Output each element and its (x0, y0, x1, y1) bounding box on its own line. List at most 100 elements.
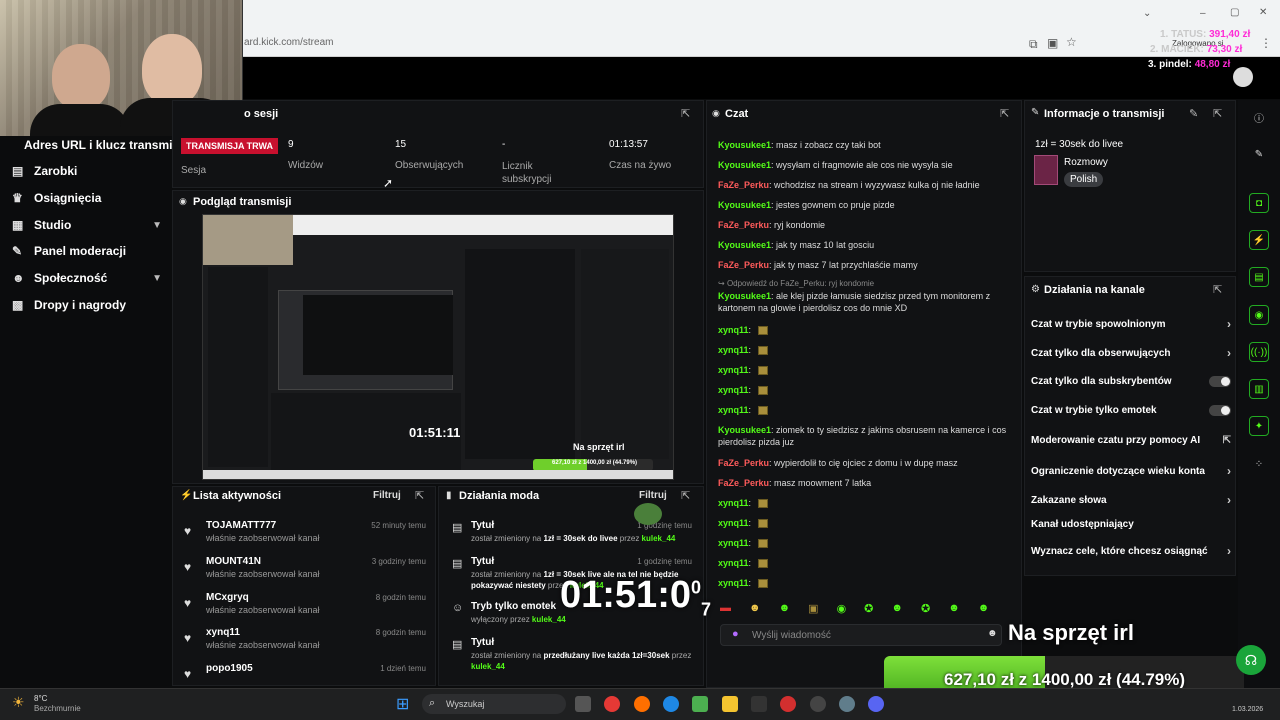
sidebar-item-osiagniecia[interactable]: ♛ Osiągnięcia (12, 187, 162, 209)
emote-icon[interactable]: ◉ (837, 602, 847, 615)
minecraft-icon[interactable] (692, 696, 708, 712)
taskbar-search[interactable] (422, 694, 566, 714)
chat-username[interactable]: xynq11 (718, 538, 749, 548)
save-page-icon[interactable]: ▣ (1047, 36, 1058, 50)
chat-username[interactable]: Kyousukee1 (718, 160, 771, 170)
goals-row[interactable]: Wyznacz cele, które chcesz osiągnąć › (1031, 544, 1231, 558)
chat-username[interactable]: xynq11 (718, 498, 749, 508)
popout-icon[interactable]: ⇱ (1213, 107, 1222, 120)
edit-icon[interactable]: ✎ (1189, 107, 1198, 120)
wrench-icon[interactable]: ✦ (1249, 416, 1269, 436)
close-icon[interactable]: ✕ (1259, 7, 1267, 18)
account-age-row[interactable]: Ograniczenie dotyczące wieku konta › (1031, 464, 1231, 478)
chat-username[interactable]: xynq11 (718, 405, 749, 415)
host-channel-row[interactable]: Kanał udostępniający (1031, 519, 1231, 530)
minimize-icon[interactable]: – (1200, 8, 1206, 19)
chat-username[interactable]: xynq11 (718, 558, 749, 568)
popout-icon[interactable]: ⇱ (415, 489, 424, 502)
document-icon[interactable]: ▤ (1249, 267, 1269, 287)
edge-icon[interactable] (663, 696, 679, 712)
activity-name[interactable]: MCxgryq (206, 592, 249, 603)
lightning-icon[interactable]: ⚡ (1249, 230, 1269, 250)
sidebar-item-spolecznosc[interactable]: ☻ Społeczność ▼ (12, 267, 162, 289)
sidebar-item-studio[interactable]: ▦ Studio ▼ (12, 214, 162, 236)
sidebar-header[interactable]: Adres URL i klucz transmisji (24, 138, 186, 152)
activity-name[interactable]: xynq11 (206, 627, 240, 638)
chat-username[interactable]: xynq11 (718, 345, 749, 355)
stream-preview[interactable]: 01:51:11 Na sprzęt irl 627,10 zł z 1400,… (202, 214, 674, 480)
emote-icon[interactable]: ▬ (720, 602, 731, 614)
subs-only-toggle[interactable] (1209, 376, 1231, 387)
activity-name[interactable]: MOUNT41N (206, 556, 261, 567)
sidebar-item-panel-moderacji[interactable]: ✎ Panel moderacji (12, 240, 162, 262)
popout-icon[interactable]: ⇱ (1213, 283, 1222, 296)
emote-icon[interactable]: ☻ (948, 602, 960, 614)
maximize-icon[interactable]: ▢ (1230, 7, 1239, 18)
chat-username[interactable]: xynq11 (718, 325, 749, 335)
emote-icon[interactable]: ✪ (921, 602, 930, 615)
emote-icon[interactable]: ☻ (779, 602, 791, 614)
popout-icon[interactable]: ⇱ (681, 489, 690, 502)
headset-icon[interactable]: ☊ (1236, 645, 1266, 675)
app-icon[interactable] (751, 696, 767, 712)
emote-icon[interactable]: ☻ (978, 602, 990, 614)
followers-only-row[interactable]: Czat tylko dla obserwujących › (1031, 346, 1231, 360)
emote-icon[interactable]: ✪ (864, 602, 873, 615)
emote-icon[interactable]: ☻ (891, 602, 903, 614)
chat-icon[interactable]: ◉ (1249, 305, 1269, 325)
pencil-icon[interactable]: ✎ (1249, 144, 1269, 164)
chat-username[interactable]: FaZe_Perku (718, 220, 769, 230)
bookmark-star-icon[interactable]: ☆ (1066, 35, 1077, 49)
screenshot-icon[interactable]: ⧉ (1029, 37, 1038, 52)
info-icon[interactable]: ⓘ (1249, 107, 1269, 127)
popout-icon[interactable]: ⇱ (681, 107, 690, 120)
emote-icon[interactable]: ☻ (749, 602, 761, 614)
chat-username[interactable]: xynq11 (718, 578, 749, 588)
task-view-icon[interactable] (575, 696, 591, 712)
sidebar-item-zarobki[interactable]: ▤ Zarobki (12, 160, 162, 182)
chat-username[interactable]: FaZe_Perku (718, 260, 769, 270)
address-bar[interactable]: ard.kick.com/stream (244, 37, 333, 48)
chat-username[interactable]: FaZe_Perku (718, 458, 769, 468)
discord-icon[interactable] (868, 696, 884, 712)
mod-filter-button[interactable]: Filtruj (639, 490, 667, 501)
chat-username[interactable]: xynq11 (718, 365, 749, 375)
ai-moderation-row[interactable]: Moderowanie czatu przy pomocy AI ⇱ (1031, 435, 1231, 446)
activity-filter-button[interactable]: Filtruj (373, 490, 401, 501)
chat-username[interactable]: FaZe_Perku (718, 478, 769, 488)
avatar[interactable] (1233, 67, 1253, 87)
mod-user[interactable]: kulek_44 (642, 534, 676, 543)
chat-username[interactable]: Kyousukee1 (718, 425, 771, 435)
activity-name[interactable]: popo1905 (206, 663, 253, 674)
settings-icon[interactable] (839, 696, 855, 712)
folder-icon[interactable] (722, 696, 738, 712)
opera-icon[interactable] (780, 696, 796, 712)
popout-icon[interactable]: ⇱ (1000, 107, 1009, 120)
sidebar-item-dropy[interactable]: ▩ Dropy i nagrody (12, 294, 162, 316)
emote-only-toggle[interactable] (1209, 405, 1231, 416)
chevron-down-icon[interactable]: ⌄ (1143, 8, 1151, 19)
menu-dots-icon[interactable]: ⋮ (1260, 36, 1272, 50)
chat-username[interactable]: FaZe_Perku (718, 180, 769, 190)
chat-username[interactable]: xynq11 (718, 518, 749, 528)
mod-user[interactable]: kulek_44 (471, 662, 505, 671)
chat-username[interactable]: Kyousukee1 (718, 140, 771, 150)
apps-icon[interactable]: ⁘ (1249, 454, 1269, 474)
server-icon[interactable]: ▥ (1249, 379, 1269, 399)
slow-mode-row[interactable]: Czat w trybie spowolnionym › (1031, 317, 1231, 331)
obs-icon[interactable] (810, 696, 826, 712)
emoji-icon[interactable]: ☻ (987, 628, 998, 639)
broadcast-icon[interactable]: ((·)) (1249, 342, 1269, 362)
chat-username[interactable]: xynq11 (718, 385, 749, 395)
chrome-icon[interactable] (604, 696, 620, 712)
emote-icon[interactable]: ▣ (808, 602, 818, 615)
windows-start-icon[interactable]: ⊞ (396, 694, 409, 714)
activity-name[interactable]: TOJAMATT777 (206, 520, 276, 531)
chat-username[interactable]: Kyousukee1 (718, 240, 771, 250)
chat-username[interactable]: Kyousukee1 (718, 200, 771, 210)
microphone-icon[interactable]: ● (732, 628, 739, 640)
chat-username[interactable]: Kyousukee1 (718, 291, 771, 301)
banned-words-row[interactable]: Zakazane słowa › (1031, 493, 1231, 507)
firefox-icon[interactable] (634, 696, 650, 712)
focus-icon[interactable]: ◘ (1249, 193, 1269, 213)
